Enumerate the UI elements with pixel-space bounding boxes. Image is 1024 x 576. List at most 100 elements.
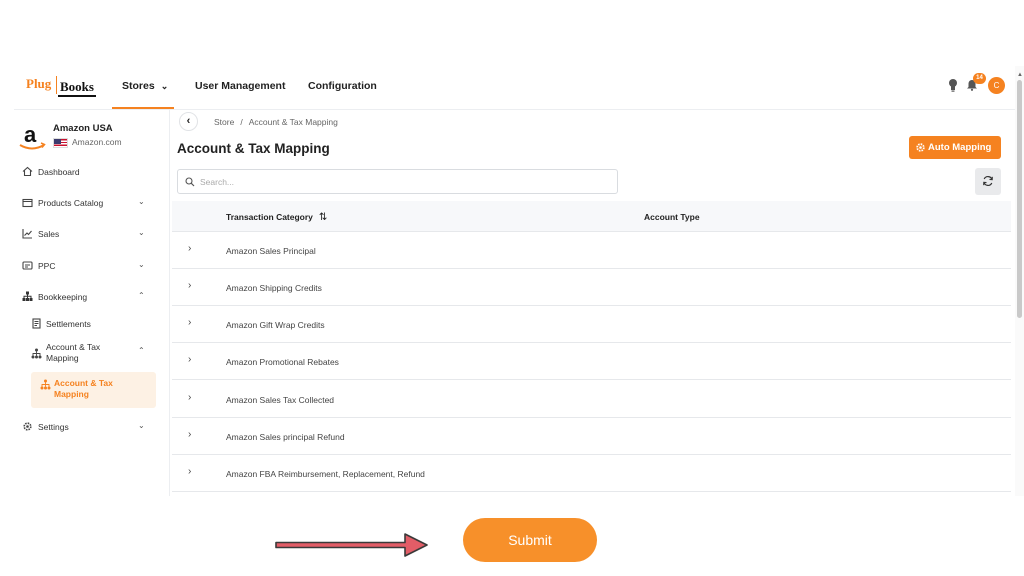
sort-icon[interactable]: ⇅ <box>319 212 327 223</box>
box-icon <box>22 198 33 208</box>
column-header-account-type: Account Type <box>644 212 700 222</box>
table-header: Transaction Category ⇅ Account Type <box>172 201 1011 232</box>
sidebar-item-ppc[interactable]: PPC ⌄ <box>14 255 170 277</box>
store-selector[interactable]: a Amazon USA Amazon.com <box>14 118 170 154</box>
sidebar-item-settlements[interactable]: Settlements <box>14 314 170 334</box>
sitemap-icon <box>40 379 51 390</box>
table-row[interactable]: › Amazon Sales Tax Collected <box>172 381 1011 418</box>
mapping-table: Transaction Category ⇅ Account Type › Amaz… <box>172 201 1011 496</box>
top-navbar: Plug Books Stores ⌄ User Management Confi… <box>14 66 1024 110</box>
chevron-down-icon: ⌄ <box>160 81 169 91</box>
app-window: Plug Books Stores ⌄ User Management Confi… <box>14 66 1024 496</box>
nav-stores[interactable]: Stores ⌄ <box>122 80 168 92</box>
svg-text:a: a <box>24 122 37 147</box>
sidebar-item-label: Sales <box>38 229 60 239</box>
nav-stores-label: Stores <box>122 80 155 92</box>
expand-chevron-icon[interactable]: › <box>188 392 191 403</box>
sidebar-item-label: Account & Tax Mapping <box>46 342 101 363</box>
nav-active-underline <box>112 107 174 109</box>
sidebar-item-label: Settlements <box>46 319 91 329</box>
nav-configuration[interactable]: Configuration <box>308 80 377 92</box>
avatar[interactable]: C <box>988 77 1005 94</box>
hierarchy-icon <box>22 291 33 301</box>
chevron-down-icon: ⌄ <box>138 421 145 430</box>
sidebar-item-label: Bookkeeping <box>38 292 88 302</box>
chart-line-icon <box>22 229 32 239</box>
auto-mapping-label: Auto Mapping <box>928 142 992 153</box>
document-icon <box>32 318 41 329</box>
chevron-down-icon: ⌄ <box>138 260 145 269</box>
transaction-category-cell: Amazon Gift Wrap Credits <box>226 320 325 330</box>
breadcrumb-separator: / <box>240 117 243 127</box>
auto-mapping-button[interactable]: Auto Mapping <box>909 136 1001 159</box>
screen: Plug Books Stores ⌄ User Management Confi… <box>0 0 1024 576</box>
table-row[interactable]: › Amazon FBA Reimbursement, Replacement, … <box>172 455 1011 492</box>
expand-chevron-icon[interactable]: › <box>188 354 191 365</box>
sitemap-icon <box>31 348 42 359</box>
main-content: ‹ Store / Account & Tax Mapping Account & … <box>170 110 1024 496</box>
expand-chevron-icon[interactable]: › <box>188 280 191 291</box>
gear-icon <box>916 143 925 152</box>
sidebar-item-sales[interactable]: Sales ⌄ <box>14 223 170 245</box>
search-input[interactable] <box>200 174 600 190</box>
gear-icon <box>23 422 32 431</box>
sidebar-item-bookkeeping[interactable]: Bookkeeping ⌃ <box>14 286 170 308</box>
search-icon <box>185 177 195 187</box>
breadcrumb-store[interactable]: Store <box>214 117 234 127</box>
sidebar-item-label: Products Catalog <box>38 198 104 208</box>
table-row[interactable]: › Amazon Sales principal Refund <box>172 418 1011 455</box>
store-domain: Amazon.com <box>72 137 122 147</box>
sidebar-item-account-tax-mapping-active[interactable]: Account & Tax Mapping <box>31 372 156 408</box>
ad-icon <box>22 261 33 270</box>
table-row[interactable]: › Amazon Sales Principal <box>172 232 1011 269</box>
sidebar: a Amazon USA Amazon.com Dashboard Produc… <box>14 110 170 496</box>
breadcrumb: Store / Account & Tax Mapping <box>214 117 338 127</box>
sidebar-item-account-tax-mapping[interactable]: Account & Tax Mapping ⌃ <box>14 340 170 368</box>
transaction-category-cell: Amazon Sales Tax Collected <box>226 395 335 405</box>
column-header-label: Transaction Category <box>226 212 313 222</box>
chevron-down-icon: ⌄ <box>138 228 145 237</box>
scroll-up-arrow-icon[interactable]: ▲ <box>1017 72 1023 78</box>
logo-divider <box>56 76 57 94</box>
chevron-down-icon: ⌄ <box>138 197 145 206</box>
transaction-category-cell: Amazon Shipping Credits <box>226 283 322 293</box>
back-button[interactable]: ‹ <box>179 112 198 131</box>
transaction-category-cell: Amazon Sales Principal <box>226 246 316 256</box>
expand-chevron-icon[interactable]: › <box>188 466 191 477</box>
lightbulb-icon[interactable] <box>948 78 958 92</box>
store-name: Amazon USA <box>53 123 113 134</box>
notification-badge: 14 <box>973 73 986 84</box>
home-icon <box>22 166 33 177</box>
table-row[interactable]: › Amazon Gift Wrap Credits <box>172 306 1011 343</box>
transaction-category-cell: Amazon FBA Reimbursement, Replacement, R… <box>226 469 425 479</box>
sidebar-item-settings[interactable]: Settings ⌄ <box>14 416 170 438</box>
scrollbar-thumb[interactable] <box>1017 80 1022 318</box>
expand-chevron-icon[interactable]: › <box>188 317 191 328</box>
chevron-up-icon: ⌃ <box>138 291 145 300</box>
column-header-transaction-category[interactable]: Transaction Category ⇅ <box>226 212 327 223</box>
expand-chevron-icon[interactable]: › <box>188 429 191 440</box>
sidebar-item-label: Account & Tax Mapping <box>54 378 113 399</box>
vertical-scrollbar[interactable]: ▲ <box>1015 66 1024 496</box>
transaction-category-cell: Amazon Sales principal Refund <box>226 432 345 442</box>
logo-plug-text: Plug <box>26 76 52 91</box>
plugbooks-logo[interactable]: Plug Books <box>26 76 114 98</box>
sidebar-item-label: PPC <box>38 261 56 271</box>
sidebar-item-dashboard[interactable]: Dashboard <box>14 161 170 183</box>
chevron-up-icon: ⌃ <box>138 346 145 355</box>
table-row[interactable]: › Amazon Shipping Credits <box>172 269 1011 306</box>
nav-user-management[interactable]: User Management <box>195 80 285 92</box>
sidebar-item-products-catalog[interactable]: Products Catalog ⌄ <box>14 192 170 214</box>
search-field[interactable] <box>177 169 618 194</box>
sidebar-item-label: Settings <box>38 422 69 432</box>
submit-button[interactable]: Submit <box>463 518 597 562</box>
expand-chevron-icon[interactable]: › <box>188 243 191 254</box>
sidebar-item-label: Dashboard <box>38 167 80 177</box>
logo-books-text: Books <box>58 79 96 97</box>
amazon-logo-icon: a <box>19 122 46 150</box>
refresh-button[interactable] <box>975 168 1001 195</box>
transaction-category-cell: Amazon Promotional Rebates <box>226 357 339 367</box>
breadcrumb-current: Account & Tax Mapping <box>248 117 338 127</box>
table-row[interactable]: › Amazon Promotional Rebates <box>172 343 1011 380</box>
refresh-icon <box>983 175 993 187</box>
